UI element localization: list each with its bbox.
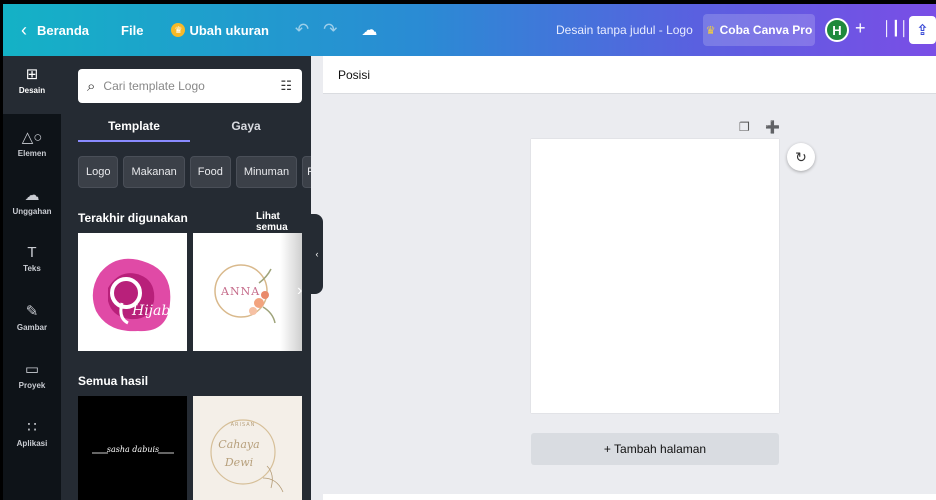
try-pro-button[interactable]: ♛ Coba Canva Pro (703, 14, 815, 46)
add-page-button[interactable]: + Tambah halaman (531, 433, 779, 465)
crown-icon: ♛ (705, 24, 716, 37)
search-box[interactable]: ⌕ Cari template Logo ☷ (78, 69, 302, 103)
duplicate-page-icon[interactable]: ❐ (739, 120, 750, 134)
rail-item-label: Desain (18, 86, 46, 95)
arisan-logo-image: ARISAN Cahaya Dewi (210, 419, 284, 493)
filter-icon[interactable]: ☷ (280, 78, 292, 94)
anna-logo-image: ANNA (214, 264, 276, 324)
collapse-panel-handle[interactable]: ‹ (311, 214, 323, 294)
top-bar: ‹ Beranda File ♛ Ubah ukuran ↶ ↷ ☁ Desai… (3, 4, 936, 56)
chevron-right-icon[interactable]: › (297, 282, 302, 300)
chip-logo[interactable]: Logo (78, 156, 119, 188)
template-thumb-anna[interactable]: ANNA (193, 233, 302, 351)
layout-icon: ⊞ (25, 66, 39, 83)
redo-icon[interactable]: ↷ (323, 4, 337, 56)
anna-text: ANNA (220, 285, 260, 298)
template-thumb-sasha[interactable]: sasha dabuis (78, 396, 187, 500)
recent-section-title: Terakhir digunakan (78, 211, 188, 225)
resize-button[interactable]: ♛ Ubah ukuran (171, 4, 269, 56)
folder-icon: ▭ (24, 361, 40, 378)
context-toolbar: Posisi (323, 56, 936, 94)
all-results-title: Semua hasil (78, 374, 149, 388)
hijab-text: Hijab (131, 303, 170, 319)
panel-tabs: Template Gaya (78, 114, 302, 142)
cloud-upload-icon: ☁ (24, 187, 40, 204)
rail-item-desain[interactable]: ⊞ Desain (3, 56, 61, 114)
chip-makanan[interactable]: Makanan (123, 156, 185, 188)
rail-item-teks[interactable]: T Teks (3, 244, 61, 273)
tab-gaya[interactable]: Gaya (190, 114, 302, 142)
document-title[interactable]: Desain tanpa judul - Logo (556, 4, 693, 56)
see-all-link[interactable]: Lihat semua (256, 211, 311, 233)
chip-minuman[interactable]: Minuman (235, 156, 298, 188)
left-rail: ⊞ Desain △○ Elemen ☁ Unggahan T Teks ✎ G… (3, 56, 61, 500)
cloud-saved-icon[interactable]: ☁ (361, 4, 377, 56)
rail-item-label: Unggahan (12, 207, 52, 216)
category-chips: Logo Makanan Food Minuman F› (78, 156, 311, 188)
resize-label: Ubah ukuran (189, 22, 269, 38)
file-menu[interactable]: File (121, 4, 143, 56)
rail-item-label: Proyek (18, 381, 46, 390)
chip-food[interactable]: Food (189, 156, 231, 188)
chevron-left-icon[interactable]: ‹ (3, 4, 27, 56)
chip-more-label: F (307, 166, 311, 178)
search-input[interactable]: Cari template Logo (103, 79, 204, 93)
add-page-icon[interactable]: ➕ (765, 120, 780, 134)
draw-icon: ✎ (25, 303, 39, 320)
bottom-bar (323, 494, 936, 500)
rail-item-proyek[interactable]: ▭ Proyek (3, 360, 61, 390)
template-thumb-hijab[interactable]: Hijab (78, 233, 187, 351)
rail-item-unggahan[interactable]: ☁ Unggahan (3, 186, 61, 216)
side-panel: ⌕ Cari template Logo ☷ Template Gaya Log… (61, 56, 311, 500)
rail-item-label: Aplikasi (16, 439, 48, 448)
hijab-logo-image: Hijab (92, 258, 170, 332)
crown-icon: ♛ (171, 23, 186, 37)
sasha-text: sasha dabuis (107, 445, 159, 454)
arisan-top-text: ARISAN (231, 422, 256, 428)
page-actions: ❐ ➕ (739, 120, 792, 134)
text-icon: T (27, 244, 37, 261)
rail-item-label: Gambar (16, 323, 48, 332)
search-icon: ⌕ (87, 77, 96, 95)
canva-editor: ‹ Beranda File ♛ Ubah ukuran ↶ ↷ ☁ Desai… (3, 4, 936, 500)
position-button[interactable]: Posisi (338, 68, 370, 82)
arisan-name1-text: Cahaya (218, 438, 259, 451)
share-upload-icon[interactable]: ⇪ (909, 16, 936, 44)
rail-item-elemen[interactable]: △○ Elemen (3, 128, 61, 158)
rail-item-gambar[interactable]: ✎ Gambar (3, 302, 61, 332)
bar-chart-icon[interactable]: │┃│ (883, 20, 909, 37)
refresh-suggestion-icon[interactable]: ↻ (787, 143, 815, 171)
arisan-name2-text: Dewi (224, 456, 253, 469)
rail-item-label: Elemen (17, 149, 47, 158)
try-pro-label: Coba Canva Pro (719, 23, 813, 37)
rail-item-aplikasi[interactable]: ∷ Aplikasi (3, 418, 61, 448)
shapes-icon: △○ (21, 129, 43, 146)
design-page[interactable] (531, 139, 779, 413)
chip-more[interactable]: F› (302, 156, 311, 188)
rail-item-label: Teks (23, 264, 41, 273)
undo-icon[interactable]: ↶ (295, 4, 309, 56)
avatar[interactable]: H (825, 18, 849, 42)
apps-grid-icon: ∷ (27, 419, 37, 436)
sasha-logo-image: sasha dabuis (92, 445, 174, 454)
template-thumb-arisan[interactable]: ARISAN Cahaya Dewi (193, 396, 302, 500)
add-member-icon[interactable]: + (855, 18, 866, 39)
tab-template[interactable]: Template (78, 114, 190, 142)
home-link[interactable]: Beranda (37, 4, 89, 56)
